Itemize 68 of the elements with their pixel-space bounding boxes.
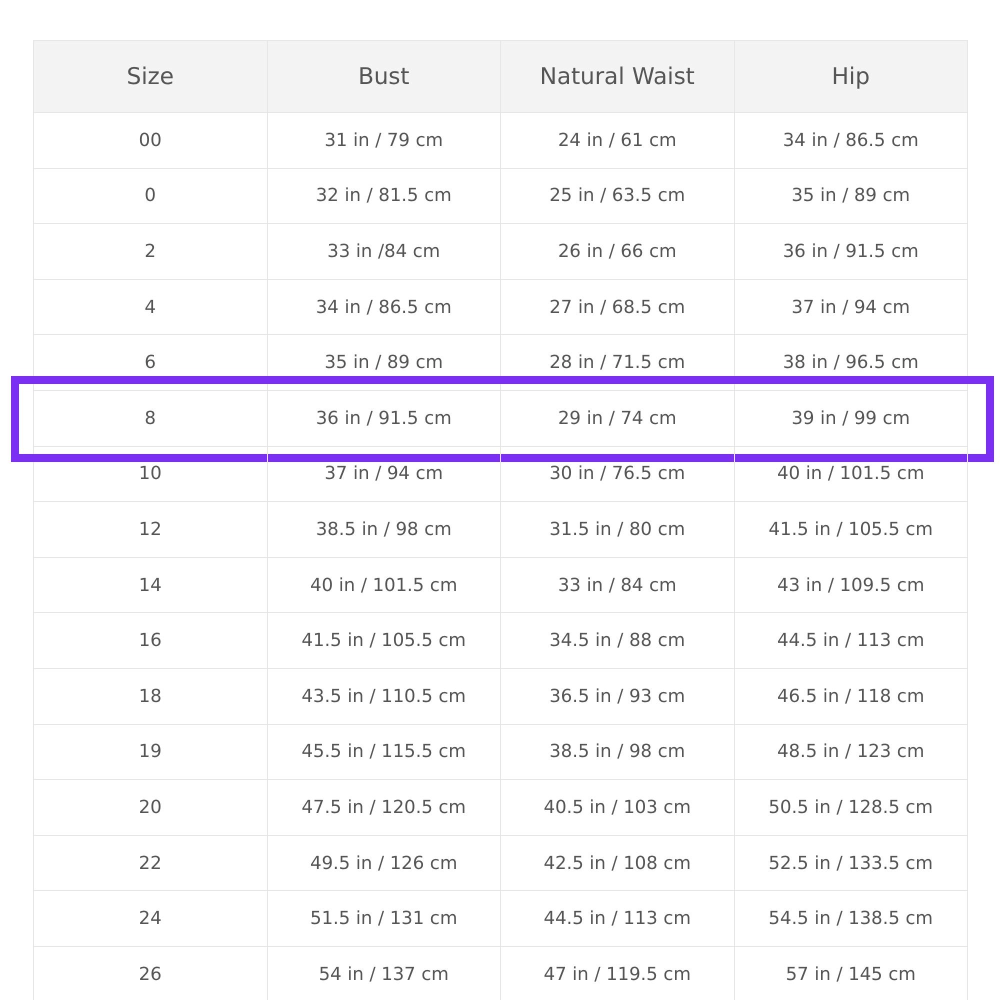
table-cell: 54.5 in / 138.5 cm [734, 891, 968, 947]
column-header: Size [34, 41, 268, 113]
table-cell: 45.5 in / 115.5 cm [268, 724, 501, 780]
table-cell: 22 [34, 836, 268, 892]
table-cell: 31 in / 79 cm [268, 113, 501, 169]
table-cell: 40.5 in / 103 cm [501, 780, 734, 836]
table-cell: 38.5 in / 98 cm [268, 502, 501, 558]
table-cell: 49.5 in / 126 cm [268, 836, 501, 892]
table-cell: 30 in / 76.5 cm [501, 446, 734, 502]
table-cell: 40 in / 101.5 cm [734, 446, 968, 502]
table-cell: 41.5 in / 105.5 cm [268, 613, 501, 669]
table-cell: 34 in / 86.5 cm [734, 113, 968, 169]
table-cell: 31.5 in / 80 cm [501, 502, 734, 558]
table-cell: 00 [34, 113, 268, 169]
table-cell: 47 in / 119.5 cm [501, 946, 734, 1000]
table-cell: 19 [34, 724, 268, 780]
table-cell: 35 in / 89 cm [268, 335, 501, 391]
table-cell: 16 [34, 613, 268, 669]
table-cell: 33 in / 84 cm [501, 558, 734, 614]
table-cell: 26 in / 66 cm [501, 224, 734, 280]
table-cell: 4 [34, 280, 268, 336]
table-cell: 43 in / 109.5 cm [734, 558, 968, 614]
column-header: Natural Waist [501, 41, 734, 113]
table-cell: 10 [34, 446, 268, 502]
table-cell: 35 in / 89 cm [734, 168, 968, 224]
table-cell: 6 [34, 335, 268, 391]
table-cell: 37 in / 94 cm [268, 446, 501, 502]
column-header: Hip [734, 41, 968, 113]
table-cell: 44.5 in / 113 cm [501, 891, 734, 947]
table-cell: 28 in / 71.5 cm [501, 335, 734, 391]
table-cell: 18 [34, 668, 268, 725]
table-cell: 24 [34, 891, 268, 947]
table-cell: 47.5 in / 120.5 cm [268, 780, 501, 836]
column-header: Bust [268, 41, 501, 113]
table-cell: 52.5 in / 133.5 cm [734, 836, 968, 892]
table-cell: 36 in / 91.5 cm [268, 390, 501, 447]
table-cell: 8 [34, 390, 268, 447]
table-cell: 48.5 in / 123 cm [734, 724, 968, 780]
table-cell: 32 in / 81.5 cm [268, 168, 501, 224]
table-cell: 2 [34, 224, 268, 280]
table-cell: 26 [34, 946, 268, 1000]
table-cell: 50.5 in / 128.5 cm [734, 780, 968, 836]
table-cell: 0 [34, 168, 268, 224]
table-cell: 37 in / 94 cm [734, 280, 968, 336]
table-cell: 24 in / 61 cm [501, 113, 734, 169]
table-cell: 57 in / 145 cm [734, 946, 968, 1000]
table-cell: 33 in /84 cm [268, 224, 501, 280]
table-cell: 44.5 in / 113 cm [734, 613, 968, 669]
table-cell: 39 in / 99 cm [734, 390, 968, 447]
table-cell: 36.5 in / 93 cm [501, 668, 734, 725]
table-cell: 29 in / 74 cm [501, 390, 734, 447]
table-cell: 43.5 in / 110.5 cm [268, 668, 501, 725]
table-cell: 42.5 in / 108 cm [501, 836, 734, 892]
table-cell: 36 in / 91.5 cm [734, 224, 968, 280]
table-cell: 20 [34, 780, 268, 836]
table-cell: 46.5 in / 118 cm [734, 668, 968, 725]
table-cell: 54 in / 137 cm [268, 946, 501, 1000]
table-cell: 40 in / 101.5 cm [268, 558, 501, 614]
table-cell: 38 in / 96.5 cm [734, 335, 968, 391]
table-cell: 14 [34, 558, 268, 614]
table-cell: 25 in / 63.5 cm [501, 168, 734, 224]
table-cell: 27 in / 68.5 cm [501, 280, 734, 336]
table-cell: 34 in / 86.5 cm [268, 280, 501, 336]
table-cell: 51.5 in / 131 cm [268, 891, 501, 947]
table-cell: 34.5 in / 88 cm [501, 613, 734, 669]
table-cell: 12 [34, 502, 268, 558]
table-cell: 38.5 in / 98 cm [501, 724, 734, 780]
table-cell: 41.5 in / 105.5 cm [734, 502, 968, 558]
